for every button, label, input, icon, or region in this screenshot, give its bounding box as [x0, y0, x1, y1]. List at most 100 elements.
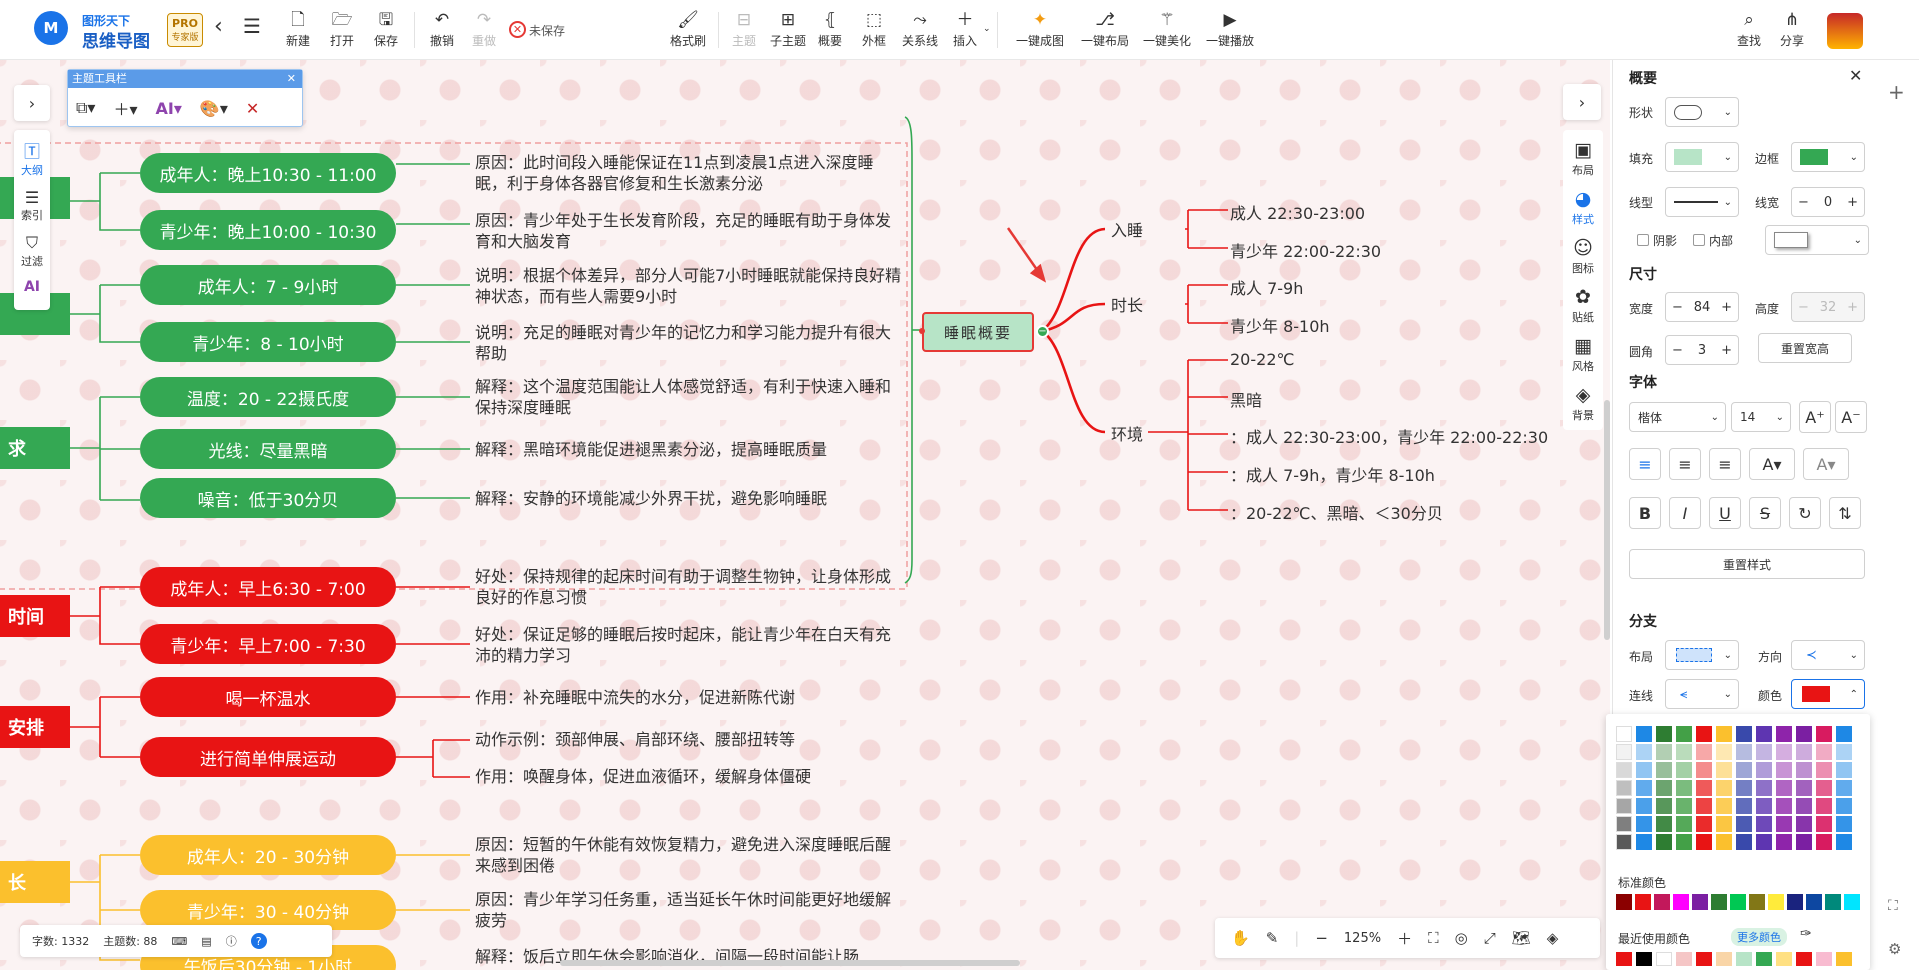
- screenshot-icon[interactable]: ⛶: [1888, 898, 1898, 914]
- palette-color-swatch[interactable]: [1636, 744, 1652, 760]
- minus-icon[interactable]: −: [1798, 195, 1809, 210]
- palette-color-swatch[interactable]: [1736, 816, 1752, 832]
- back-icon[interactable]: ‹: [214, 14, 223, 39]
- recent-color-swatch[interactable]: [1816, 952, 1832, 966]
- filter-icon[interactable]: ⛉: [26, 233, 38, 253]
- note-text[interactable]: 解释：安静的环境能减少外界干扰，避免影响睡眠: [475, 488, 905, 509]
- share-button[interactable]: ⋔ 分享: [1780, 8, 1804, 54]
- palette-color-swatch[interactable]: [1696, 744, 1712, 760]
- topic-node[interactable]: 成年人：20 - 30分钟: [140, 835, 396, 875]
- standard-color-swatch[interactable]: [1768, 894, 1784, 910]
- menu-icon[interactable]: ☰: [243, 14, 261, 38]
- section-label[interactable]: 长: [0, 861, 70, 903]
- line-type-select[interactable]: ⌄: [1665, 187, 1739, 217]
- standard-color-swatch[interactable]: [1749, 894, 1765, 910]
- palette-color-swatch[interactable]: [1696, 798, 1712, 814]
- palette-color-swatch[interactable]: [1836, 726, 1852, 742]
- tab-background[interactable]: ◈ 背景: [1563, 383, 1603, 423]
- bold-button[interactable]: B: [1629, 497, 1661, 529]
- close-icon[interactable]: ✕: [1849, 66, 1862, 85]
- topic-node[interactable]: 噪音：低于30分贝: [140, 478, 396, 518]
- radius-stepper[interactable]: −3 +: [1665, 335, 1739, 365]
- boundary-button[interactable]: ⬚ 外框: [862, 8, 886, 54]
- font-family-select[interactable]: 楷体 ⌄: [1629, 402, 1726, 432]
- tab-theme[interactable]: ▦ 风格: [1563, 334, 1603, 374]
- reset-style-button[interactable]: 重置样式: [1629, 549, 1865, 579]
- note-text[interactable]: 解释：黑暗环境能促进褪黑素分泌，提高睡眠质量: [475, 439, 905, 460]
- palette-color-swatch[interactable]: [1776, 798, 1792, 814]
- italic-button[interactable]: I: [1669, 497, 1701, 529]
- format-painter-button[interactable]: 🖌 格式刷: [670, 8, 706, 54]
- tab-layout[interactable]: ▣ 布局: [1563, 138, 1603, 178]
- palette-color-swatch[interactable]: [1756, 762, 1772, 778]
- palette-color-swatch[interactable]: [1656, 834, 1672, 850]
- palette-color-swatch[interactable]: [1736, 834, 1752, 850]
- palette-color-swatch[interactable]: [1816, 762, 1832, 778]
- palette-color-swatch[interactable]: [1616, 834, 1632, 850]
- palette-color-swatch[interactable]: [1836, 744, 1852, 760]
- minus-icon[interactable]: −: [1672, 300, 1683, 315]
- branch-color-select[interactable]: ⌃: [1791, 679, 1865, 709]
- align-left-button[interactable]: ≡: [1629, 448, 1661, 480]
- center-icon[interactable]: ◎: [1455, 929, 1468, 947]
- expand-left-icon[interactable]: ›: [14, 85, 50, 121]
- palette-color-swatch[interactable]: [1816, 834, 1832, 850]
- topic-node[interactable]: 成年人：7 - 9小时: [140, 265, 396, 305]
- leaf-node[interactable]: ：成人 22:30-23:00，青少年 22:00-22:30: [1230, 424, 1548, 448]
- shape-select[interactable]: ⌄: [1665, 97, 1739, 127]
- font-decrease-button[interactable]: A⁻: [1835, 401, 1867, 433]
- plus-icon[interactable]: +: [1847, 300, 1858, 315]
- palette-color-swatch[interactable]: [1616, 816, 1632, 832]
- tab-style[interactable]: ◕ 样式: [1563, 187, 1603, 227]
- topic-node[interactable]: 温度：20 - 22摄氏度: [140, 377, 396, 417]
- standard-color-swatch[interactable]: [1692, 894, 1708, 910]
- branch-node[interactable]: 入睡: [1111, 217, 1143, 241]
- topic-node[interactable]: 成年人：晚上10:30 - 11:00: [140, 153, 396, 193]
- palette-color-swatch[interactable]: [1776, 780, 1792, 796]
- note-text[interactable]: 作用：补充睡眠中流失的水分，促进新陈代谢: [475, 687, 905, 708]
- keyboard-icon[interactable]: ⌨: [171, 935, 187, 948]
- branch-direction-select[interactable]: ≺ ⌄: [1791, 640, 1865, 670]
- topic-node[interactable]: 进行简单伸展运动: [140, 737, 396, 777]
- palette-color-swatch[interactable]: [1656, 762, 1672, 778]
- avatar[interactable]: [1827, 13, 1863, 49]
- topic-node[interactable]: 喝一杯温水: [140, 677, 396, 717]
- tab-sticker[interactable]: ✿ 贴纸: [1563, 285, 1603, 325]
- leaf-node[interactable]: ：成人 7-9h，青少年 8-10h: [1230, 462, 1435, 486]
- palette-color-swatch[interactable]: [1636, 726, 1652, 742]
- fullscreen-icon[interactable]: ⤢: [1484, 929, 1496, 947]
- refresh-icon[interactable]: ↻: [1789, 497, 1821, 529]
- collapse-panel-icon[interactable]: ›: [1563, 84, 1601, 120]
- palette-color-swatch[interactable]: [1776, 816, 1792, 832]
- outline-icon[interactable]: 🅃: [24, 138, 40, 162]
- leaf-node[interactable]: 20-22℃: [1230, 350, 1294, 369]
- palette-color-swatch[interactable]: [1836, 762, 1852, 778]
- note-text[interactable]: 原因：青少年学习任务重，适当延长午休时间能更好地缓解疲劳: [475, 889, 905, 931]
- palette-color-swatch[interactable]: [1756, 780, 1772, 796]
- recent-color-swatch[interactable]: [1676, 952, 1692, 966]
- note-text[interactable]: 原因：短暂的午休能有效恢复精力，避免进入深度睡眠后醒来感到困倦: [475, 834, 905, 876]
- palette-color-swatch[interactable]: [1816, 816, 1832, 832]
- recent-color-swatch[interactable]: [1716, 952, 1732, 966]
- note-text[interactable]: 解释：这个温度范围能让人体感觉舒适，有利于快速入睡和保持深度睡眠: [475, 376, 905, 418]
- save-button[interactable]: 🖫 保存: [374, 8, 398, 54]
- tab-icon[interactable]: ☺ 图标: [1563, 236, 1603, 276]
- index-icon[interactable]: ☰: [25, 188, 39, 207]
- section-label[interactable]: 安排: [0, 706, 70, 748]
- palette-color-swatch[interactable]: [1656, 780, 1672, 796]
- palette-color-swatch[interactable]: [1616, 744, 1632, 760]
- palette-color-swatch[interactable]: [1736, 726, 1752, 742]
- palette-color-swatch[interactable]: [1636, 834, 1652, 850]
- palette-color-swatch[interactable]: [1816, 726, 1832, 742]
- note-text[interactable]: 好处：保持规律的起床时间有助于调整生物钟，让身体形成良好的作息习惯: [475, 566, 905, 608]
- palette-color-swatch[interactable]: [1736, 744, 1752, 760]
- border-color-select[interactable]: ⌄: [1791, 142, 1865, 172]
- recent-color-swatch[interactable]: [1696, 952, 1712, 966]
- align-right-button[interactable]: ≡: [1709, 448, 1741, 480]
- zoom-out-icon[interactable]: −: [1315, 929, 1328, 947]
- palette-color-swatch[interactable]: [1756, 726, 1772, 742]
- leaf-node[interactable]: 黑暗: [1230, 387, 1262, 411]
- topic-node[interactable]: 青少年：30 - 40分钟: [140, 890, 396, 930]
- subtopic-button[interactable]: ⊞ 子主题: [770, 8, 806, 54]
- fit-icon[interactable]: ⛶: [1428, 929, 1439, 947]
